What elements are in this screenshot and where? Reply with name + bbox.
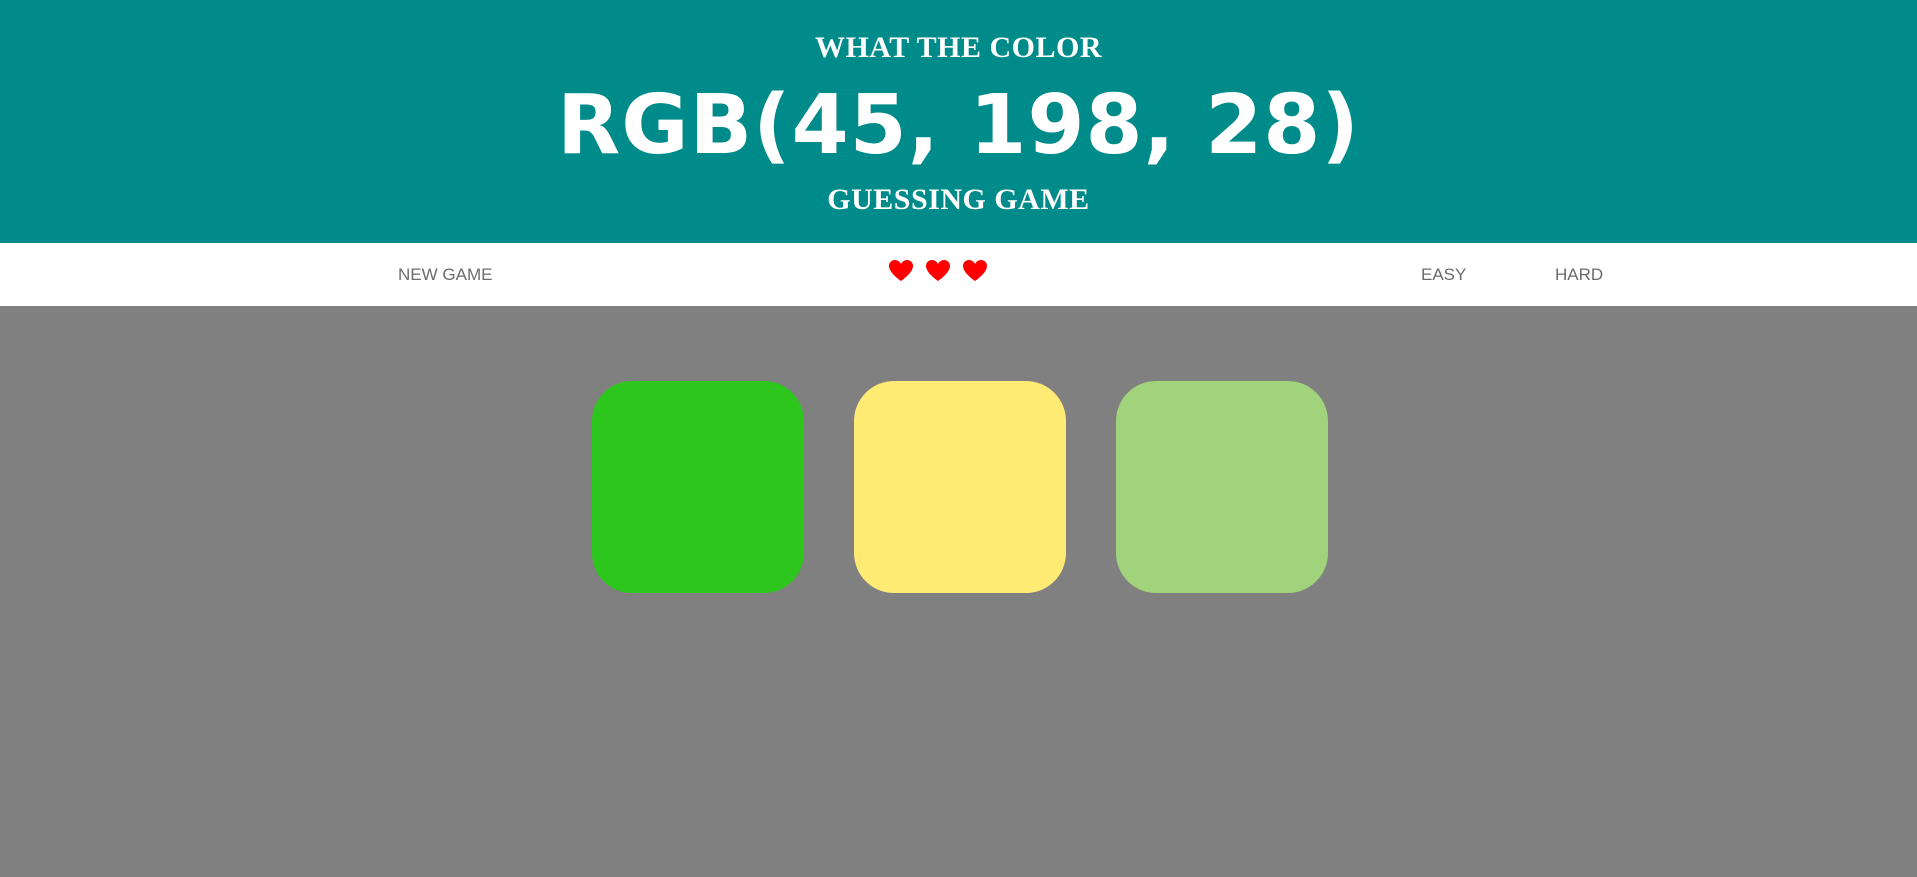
title-top: WHAT THE COLOR <box>814 31 1103 64</box>
heart-icon <box>962 259 988 283</box>
heart-icon <box>925 259 951 283</box>
heart-icon <box>888 259 914 283</box>
new-game-button[interactable]: NEW GAME <box>398 243 492 306</box>
easy-mode-button[interactable]: EASY <box>1421 243 1466 306</box>
color-square[interactable] <box>1116 381 1328 593</box>
color-square[interactable] <box>592 381 804 593</box>
rgb-target-display: RGB(45, 198, 28) <box>557 78 1360 173</box>
hard-mode-button[interactable]: HARD <box>1555 243 1603 306</box>
header: WHAT THE COLOR RGB(45, 198, 28) GUESSING… <box>0 0 1917 243</box>
title-bottom: GUESSING GAME <box>827 183 1090 216</box>
game-board <box>0 306 1917 877</box>
navbar: NEW GAME EASY HARD <box>0 243 1917 306</box>
color-square[interactable] <box>854 381 1066 593</box>
